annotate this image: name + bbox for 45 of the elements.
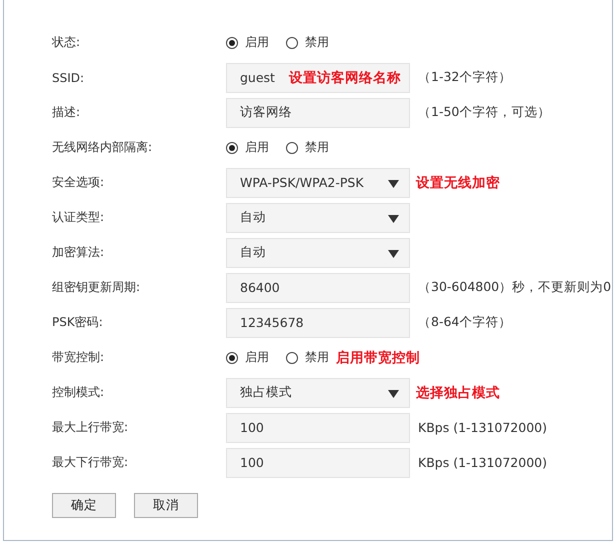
caret-icon: [388, 214, 399, 222]
field-label: 状态:: [52, 34, 82, 51]
radio-option[interactable]: 禁用: [286, 139, 329, 156]
hint-text: KBps (1-131072000): [418, 455, 547, 470]
field-label: 组密钥更新周期:: [52, 279, 142, 296]
input-field[interactable]: 12345678: [226, 308, 410, 338]
annotation-text: 设置访客网络名称: [288, 68, 401, 86]
field-label: 最大上行带宽:: [52, 419, 130, 436]
annotation-text: 选择独占模式: [416, 384, 500, 402]
field-label: 认证类型:: [52, 209, 106, 226]
caret-icon: [388, 180, 399, 188]
annotation-text: 设置无线加密: [416, 174, 500, 192]
radio-option[interactable]: 启用: [226, 34, 269, 51]
hint-text: （30-604800）秒，不更新则为0: [418, 279, 612, 296]
input-field[interactable]: 100: [226, 412, 410, 442]
dropdown[interactable]: 自动: [226, 202, 410, 232]
input-field[interactable]: 100: [226, 448, 410, 478]
form-button[interactable]: 取消: [134, 493, 198, 518]
field-label: 加密算法:: [52, 244, 106, 261]
field-label: 安全选项:: [52, 174, 106, 191]
dropdown[interactable]: WPA-PSK/WPA2-PSK: [226, 168, 410, 198]
caret-icon: [388, 390, 399, 398]
caret-icon: [388, 250, 399, 258]
hint-text: （1-50个字符，可选）: [418, 104, 550, 121]
field-label: SSID:: [52, 70, 86, 84]
field-label: 控制模式:: [52, 384, 106, 401]
dropdown[interactable]: 自动: [226, 238, 410, 268]
hint-text: KBps (1-131072000): [418, 420, 547, 435]
form-button[interactable]: 确定: [52, 493, 116, 518]
annotation-text: 启用带宽控制: [336, 348, 420, 366]
input-field[interactable]: guest 设置访客网络名称: [226, 62, 410, 92]
input-field[interactable]: 86400: [226, 272, 410, 302]
field-label: PSK密码:: [52, 314, 104, 331]
field-label: 最大下行带宽:: [52, 454, 130, 471]
radio-option[interactable]: 禁用: [286, 349, 329, 366]
dropdown[interactable]: 独占模式: [226, 378, 410, 408]
radio-option[interactable]: 禁用: [286, 34, 329, 51]
field-label: 无线网络内部隔离:: [52, 139, 154, 156]
radio-option[interactable]: 启用: [226, 139, 269, 156]
field-label: 带宽控制:: [52, 349, 106, 366]
hint-text: （8-64个字符）: [418, 314, 512, 331]
input-field[interactable]: 访客网络: [226, 98, 410, 128]
radio-option[interactable]: 启用: [226, 349, 269, 366]
field-label: 描述:: [52, 104, 82, 121]
hint-text: （1-32个字符）: [418, 69, 512, 86]
